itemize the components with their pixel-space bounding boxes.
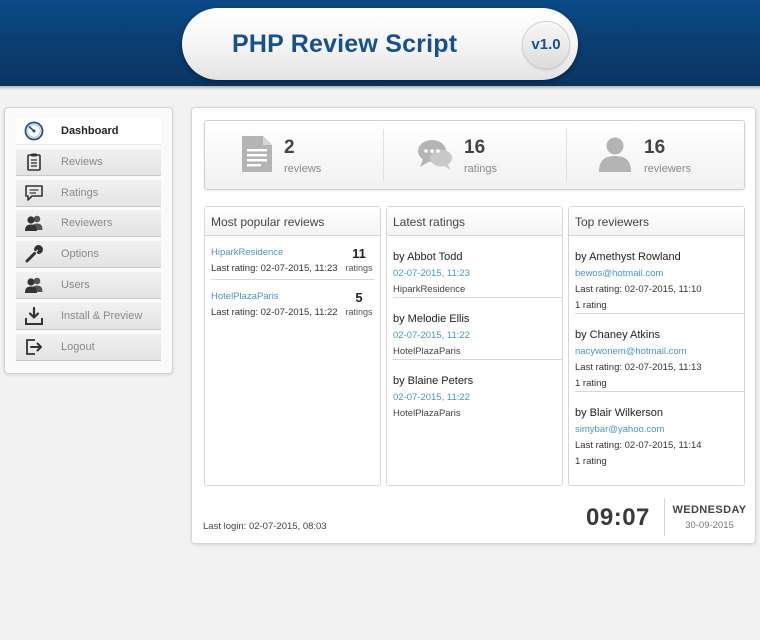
list-item: by Abbot Todd 02-07-2015, 11:23 HiparkRe… (393, 236, 562, 298)
person-icon (599, 137, 631, 172)
stat-value: 16 (464, 137, 486, 158)
sidebar-item-reviewers[interactable]: Reviewers (16, 210, 161, 238)
list-item: HotelPlazaParis Last rating: 02-07-2015,… (211, 280, 374, 324)
rating-place: HiparkResidence (393, 284, 466, 295)
rating-date-link[interactable]: 02-07-2015, 11:23 (393, 268, 470, 279)
reviewer-email-link[interactable]: simybar@yahoo.com (575, 424, 664, 435)
clock-day: WEDNESDAY (672, 504, 747, 516)
download-icon (25, 306, 43, 325)
sidebar-item-label: Options (61, 248, 99, 261)
last-login: Last login: 02-07-2015, 08:03 (203, 521, 327, 532)
list-item: HiparkResidence Last rating: 02-07-2015,… (211, 236, 374, 280)
rating-count: 11 (352, 246, 366, 261)
version-badge: v1.0 (522, 21, 570, 69)
stat-label: ratings (464, 163, 498, 175)
divider (664, 498, 665, 536)
stat-value: 2 (284, 137, 295, 158)
sidebar: Dashboard Reviews Ratings Reviewers Opti… (4, 107, 173, 374)
last-rating: Last rating: 02-07-2015, 11:23 (211, 263, 338, 274)
rating-place: HotelPlazaParis (393, 346, 461, 357)
sidebar-item-label: Reviews (61, 155, 103, 168)
speedometer-icon (24, 121, 44, 141)
reviewer-email-link[interactable]: nacywonem@hotmail.com (575, 346, 687, 357)
sidebar-item-reviews[interactable]: Reviews (16, 148, 161, 176)
sidebar-item-dashboard[interactable]: Dashboard (16, 118, 161, 145)
sidebar-item-label: Logout (61, 340, 95, 353)
rating-date-link[interactable]: 02-07-2015, 11:22 (393, 330, 470, 341)
rating-count-label: ratings (345, 263, 373, 273)
section-title: Most popular reviews (205, 207, 380, 236)
section-title: Latest ratings (387, 207, 562, 236)
reviewer-email-link[interactable]: bewos@hotmail.com (575, 268, 663, 279)
reviewer-name: by Chaney Atkins (575, 329, 660, 341)
chat-bubbles-icon (418, 140, 452, 170)
section-title: Top reviewers (569, 207, 744, 236)
sidebar-item-logout[interactable]: Logout (16, 333, 161, 361)
stat-label: reviewers (644, 163, 692, 175)
last-rating: Last rating: 02-07-2015, 11:13 (575, 362, 702, 373)
last-rating: Last rating: 02-07-2015, 11:22 (211, 307, 338, 318)
reviewer-name: by Amethyst Rowland (575, 251, 681, 263)
list-item: by Blaine Peters 02-07-2015, 11:22 Hotel… (393, 360, 562, 422)
rating-place: HotelPlazaParis (393, 408, 461, 419)
rating-author: by Abbot Todd (393, 251, 463, 263)
stat-value: 16 (644, 137, 666, 158)
rating-count: 1 rating (575, 456, 607, 467)
latest-ratings: Latest ratings by Abbot Todd 02-07-2015,… (386, 206, 563, 486)
logo[interactable]: PHP Review Script v1.0 (182, 8, 578, 80)
logo-title: PHP Review Script (232, 30, 458, 58)
rating-author: by Melodie Ellis (393, 313, 470, 325)
stat-reviews[interactable]: 2 reviews (205, 121, 383, 189)
list-item: by Amethyst Rowland bewos@hotmail.com La… (575, 236, 744, 314)
sidebar-item-label: Reviewers (61, 217, 113, 230)
rating-count: 1 rating (575, 378, 607, 389)
clock-date: 30-09-2015 (685, 520, 734, 531)
rating-count: 5 (355, 290, 363, 305)
review-link[interactable]: HotelPlazaParis (211, 291, 279, 302)
stats-bar: 2 reviews 16 ratings 16 reviewers (204, 120, 745, 190)
rating-count: 1 rating (575, 300, 607, 311)
sidebar-item-options[interactable]: Options (16, 241, 161, 269)
rating-author: by Blaine Peters (393, 375, 474, 387)
wrench-icon (25, 245, 43, 263)
sidebar-item-label: Users (61, 278, 90, 291)
last-rating: Last rating: 02-07-2015, 11:14 (575, 440, 702, 451)
dashboard-panel: 2 reviews 16 ratings 16 reviewers Most p… (191, 107, 756, 544)
last-rating: Last rating: 02-07-2015, 11:10 (575, 284, 702, 295)
reviewer-name: by Blair Wilkerson (575, 407, 664, 419)
sidebar-item-label: Install & Preview (61, 309, 143, 322)
most-popular-reviews: Most popular reviews HiparkResidence Las… (204, 206, 381, 486)
list-item: by Blair Wilkerson simybar@yahoo.com Las… (575, 392, 744, 470)
rating-count-label: ratings (345, 307, 373, 317)
users-icon (25, 277, 43, 293)
sidebar-item-install-preview[interactable]: Install & Preview (16, 302, 161, 330)
sidebar-item-label: Dashboard (61, 125, 119, 137)
clipboard-icon (27, 153, 41, 171)
stat-reviewers[interactable]: 16 reviewers (567, 121, 745, 189)
users-icon (25, 216, 43, 232)
top-reviewers: Top reviewers by Amethyst Rowland bewos@… (568, 206, 745, 486)
sidebar-item-users[interactable]: Users (16, 271, 161, 299)
sidebar-item-ratings[interactable]: Ratings (16, 179, 161, 207)
clock-time: 09:07 (586, 504, 650, 531)
review-link[interactable]: HiparkResidence (211, 247, 283, 258)
stat-ratings[interactable]: 16 ratings (384, 121, 566, 189)
stat-label: reviews (284, 163, 322, 175)
rating-date-link[interactable]: 02-07-2015, 11:22 (393, 392, 470, 403)
speech-bubble-icon (25, 184, 43, 201)
logout-icon (26, 338, 42, 355)
list-item: by Melodie Ellis 02-07-2015, 11:22 Hotel… (393, 298, 562, 360)
sidebar-item-label: Ratings (61, 186, 99, 199)
list-item: by Chaney Atkins nacywonem@hotmail.com L… (575, 314, 744, 392)
document-icon (242, 136, 272, 172)
